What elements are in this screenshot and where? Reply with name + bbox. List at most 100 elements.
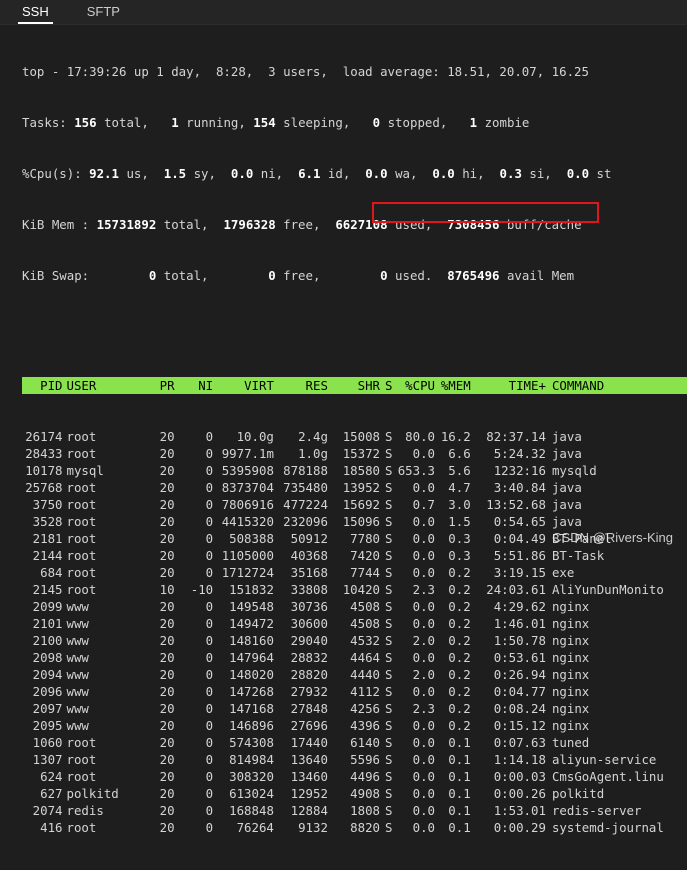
cell-pr: 20 (132, 683, 174, 700)
cell-ni: 0 (175, 700, 214, 717)
cell-res: 13460 (274, 768, 328, 785)
cell-mem: 1.5 (435, 513, 471, 530)
tasks-line: Tasks: 156 total, 1 running, 154 sleepin… (22, 114, 687, 131)
cell-s: S (380, 615, 397, 632)
cell-pid: 10178 (22, 462, 63, 479)
table-row: 416root2007626491328820S0.00.10:00.29sys… (22, 819, 687, 836)
cell-cmd: java (546, 496, 687, 513)
cell-mem: 0.2 (435, 615, 471, 632)
table-row: 2099www200149548307364508S0.00.24:29.62n… (22, 598, 687, 615)
cell-pr: 20 (132, 802, 174, 819)
cell-user: root (63, 496, 133, 513)
cell-pid: 2099 (22, 598, 63, 615)
cell-res: 28820 (274, 666, 328, 683)
cell-pr: 20 (132, 598, 174, 615)
cell-res: 735480 (274, 479, 328, 496)
cell-user: www (63, 666, 133, 683)
spacer (22, 318, 687, 343)
cell-pid: 2097 (22, 700, 63, 717)
col-pid: PID (22, 377, 63, 394)
cell-virt: 148160 (213, 632, 274, 649)
table-row: 2100www200148160290404532S2.00.21:50.78n… (22, 632, 687, 649)
table-row: 10178mysql200539590887818818580S653.35.6… (22, 462, 687, 479)
terminal-output[interactable]: top - 17:39:26 up 1 day, 8:28, 3 users, … (0, 25, 687, 870)
cell-cmd: java (546, 445, 687, 462)
cell-time: 0:53.61 (471, 649, 546, 666)
table-row: 2097www200147168278484256S2.30.20:08.24n… (22, 700, 687, 717)
cell-shr: 8820 (328, 819, 380, 836)
cell-virt: 1105000 (213, 547, 274, 564)
cell-user: polkitd (63, 785, 133, 802)
cell-user: root (63, 751, 133, 768)
tab-ssh[interactable]: SSH (12, 4, 59, 24)
cell-user: mysql (63, 462, 133, 479)
cell-user: redis (63, 802, 133, 819)
cell-virt: 9977.1m (213, 445, 274, 462)
cell-virt: 147964 (213, 649, 274, 666)
cell-ni: 0 (175, 751, 214, 768)
cell-res: 27932 (274, 683, 328, 700)
cell-shr: 15008 (328, 428, 380, 445)
cell-pr: 20 (132, 632, 174, 649)
cell-pr: 20 (132, 734, 174, 751)
cell-cpu: 0.0 (397, 598, 435, 615)
cell-user: www (63, 615, 133, 632)
cell-mem: 3.0 (435, 496, 471, 513)
cell-virt: 5395908 (213, 462, 274, 479)
cell-cpu: 0.0 (397, 564, 435, 581)
cell-pid: 26174 (22, 428, 63, 445)
cell-s: S (380, 632, 397, 649)
cell-cpu: 0.0 (397, 785, 435, 802)
cell-virt: 149472 (213, 615, 274, 632)
cell-pr: 20 (132, 462, 174, 479)
cell-ni: -10 (175, 581, 214, 598)
cell-time: 24:03.61 (471, 581, 546, 598)
table-row: 2096www200147268279324112S0.00.20:04.77n… (22, 683, 687, 700)
cell-ni: 0 (175, 785, 214, 802)
cell-ni: 0 (175, 717, 214, 734)
cell-user: root (63, 445, 133, 462)
cell-s: S (380, 445, 397, 462)
cell-user: www (63, 649, 133, 666)
cell-ni: 0 (175, 428, 214, 445)
cell-mem: 0.2 (435, 598, 471, 615)
cell-ni: 0 (175, 768, 214, 785)
cell-virt: 308320 (213, 768, 274, 785)
cell-pid: 624 (22, 768, 63, 785)
cell-cpu: 0.0 (397, 734, 435, 751)
cell-shr: 15692 (328, 496, 380, 513)
table-row: 684root2001712724351687744S0.00.23:19.15… (22, 564, 687, 581)
cell-pid: 2144 (22, 547, 63, 564)
cell-pr: 20 (132, 479, 174, 496)
cell-shr: 4396 (328, 717, 380, 734)
cell-cmd: nginx (546, 700, 687, 717)
cell-s: S (380, 462, 397, 479)
cell-ni: 0 (175, 734, 214, 751)
cell-time: 0:15.12 (471, 717, 546, 734)
cell-mem: 6.6 (435, 445, 471, 462)
cell-pid: 1060 (22, 734, 63, 751)
cell-mem: 5.6 (435, 462, 471, 479)
cell-cmd: java (546, 479, 687, 496)
tab-sftp[interactable]: SFTP (77, 4, 130, 24)
col-command: COMMAND (546, 377, 687, 394)
cell-shr: 4508 (328, 615, 380, 632)
cell-user: root (63, 734, 133, 751)
cell-virt: 10.0g (213, 428, 274, 445)
cell-cmd: AliYunDunMonito (546, 581, 687, 598)
cell-user: root (63, 479, 133, 496)
cell-pr: 20 (132, 785, 174, 802)
cell-time: 0:08.24 (471, 700, 546, 717)
cell-ni: 0 (175, 547, 214, 564)
cell-s: S (380, 717, 397, 734)
cell-shr: 4532 (328, 632, 380, 649)
cell-cmd: java (546, 513, 687, 530)
cell-virt: 8373704 (213, 479, 274, 496)
cell-pid: 1307 (22, 751, 63, 768)
cell-mem: 0.1 (435, 768, 471, 785)
cell-time: 0:04.77 (471, 683, 546, 700)
cell-res: 17440 (274, 734, 328, 751)
cell-pid: 2098 (22, 649, 63, 666)
cell-mem: 16.2 (435, 428, 471, 445)
cell-pid: 2181 (22, 530, 63, 547)
